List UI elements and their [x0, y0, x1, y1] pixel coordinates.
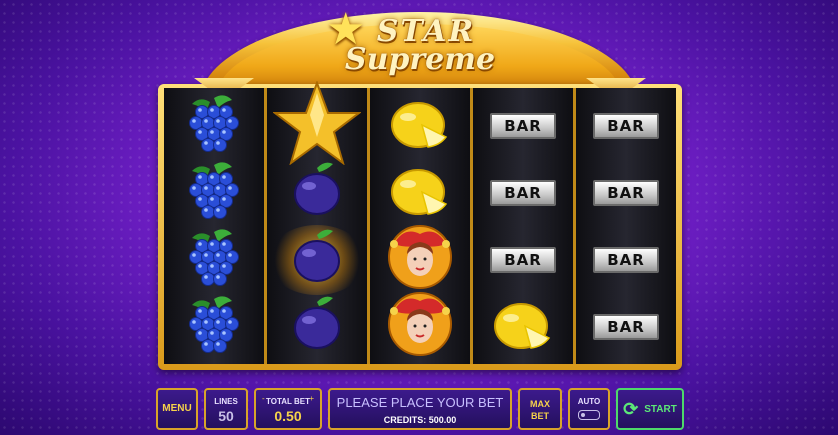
refresh-icon: ⟳	[623, 399, 639, 419]
max-bet-button[interactable]: MAX BET	[518, 388, 562, 430]
bar-label: BAR	[490, 246, 556, 273]
lines-display: LINES 50	[204, 388, 248, 430]
reel-1	[164, 88, 264, 364]
bar-symbol: BAR	[581, 229, 671, 291]
bar-label: BAR	[593, 246, 659, 273]
grapes-icon	[169, 162, 259, 224]
plum-icon	[272, 162, 362, 224]
bet-decrease-button[interactable]: -	[262, 394, 265, 403]
plum-icon	[268, 224, 366, 295]
lines-value: 50	[218, 408, 234, 424]
message-panel: PLEASE PLACE YOUR BET CREDITS: 500.00	[328, 388, 512, 430]
bar-label: BAR	[593, 179, 659, 206]
grapes-icon	[169, 95, 259, 157]
bar-symbol: BAR	[581, 95, 671, 157]
total-bet-value: 0.50	[274, 408, 302, 424]
lemon-icon	[375, 95, 465, 157]
start-label: START	[644, 403, 677, 415]
bet-increase-button[interactable]: +	[309, 394, 314, 403]
max-bet-label-1: MAX	[530, 399, 550, 409]
bar-label: BAR	[593, 313, 659, 340]
max-bet-label-2: BET	[531, 411, 549, 421]
bar-symbol: BAR	[478, 229, 568, 291]
bar-label: BAR	[490, 112, 556, 139]
menu-button[interactable]: MENU	[156, 388, 198, 430]
plum-icon	[272, 296, 362, 358]
toggle-switch-icon[interactable]	[578, 410, 600, 420]
bar-symbol: BAR	[581, 296, 671, 358]
start-button[interactable]: ⟳ START	[616, 388, 684, 430]
grapes-icon	[169, 229, 259, 291]
joker-icon	[375, 225, 465, 291]
credits-display: CREDITS: 500.00	[383, 415, 457, 425]
bar-label: BAR	[490, 179, 556, 206]
reel-area[interactable]: BAR BAR BAR BAR BAR BAR BAR	[164, 80, 676, 364]
bar-symbol: BAR	[478, 95, 568, 157]
reel-5: BAR BAR BAR BAR	[576, 88, 676, 364]
game-logo-subtitle: Supreme	[344, 42, 496, 77]
joker-icon	[375, 292, 465, 358]
total-bet-control[interactable]: - + TOTAL BET 0.50	[254, 388, 322, 430]
status-message: PLEASE PLACE YOUR BET	[336, 395, 504, 410]
lines-label: LINES	[214, 397, 238, 406]
bar-label: BAR	[593, 112, 659, 139]
reel-3	[370, 88, 470, 364]
auto-label: AUTO	[577, 397, 601, 406]
grapes-icon	[169, 296, 259, 358]
reel-2	[267, 80, 367, 364]
star-icon	[272, 80, 362, 166]
reel-4: BAR BAR BAR	[473, 88, 573, 364]
auto-play-toggle[interactable]: AUTO	[568, 388, 610, 430]
lemon-icon	[375, 162, 465, 224]
bar-symbol: BAR	[478, 162, 568, 224]
bar-symbol: BAR	[581, 162, 671, 224]
lemon-icon	[478, 296, 568, 358]
